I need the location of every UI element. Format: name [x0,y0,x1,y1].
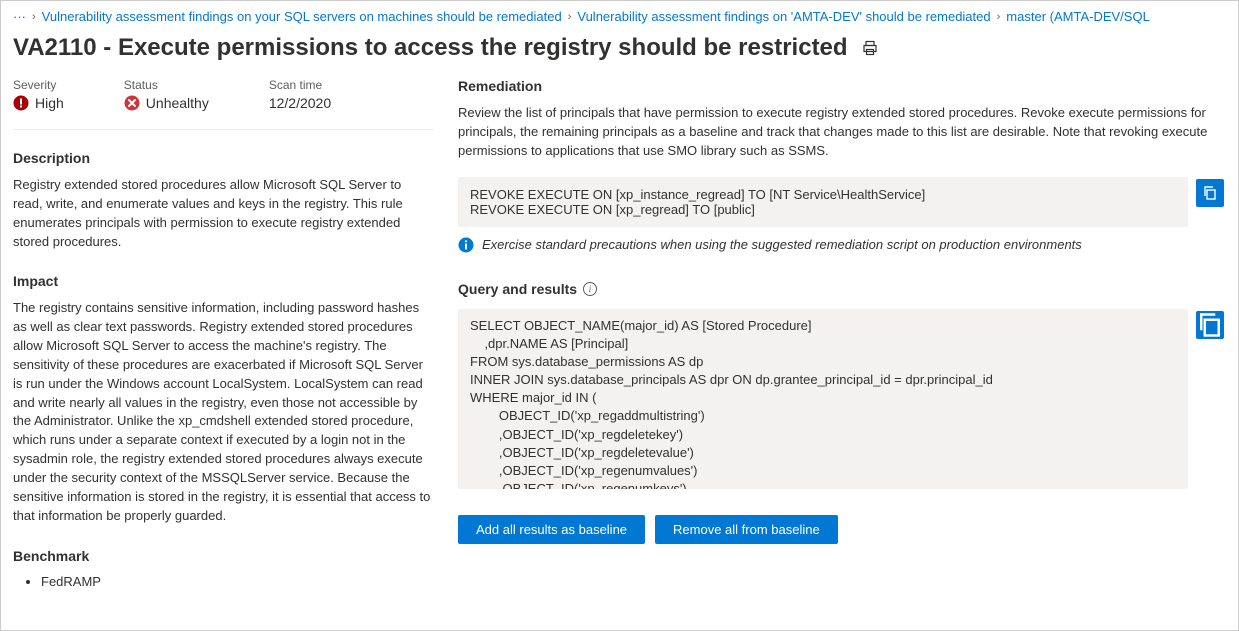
impact-text: The registry contains sensitive informat… [13,299,434,525]
chevron-right-icon: › [568,11,572,23]
status-item: Status Unhealthy [124,78,209,111]
remediation-info-note: Exercise standard precautions when using… [458,237,1226,253]
info-icon [458,237,474,253]
page-title-row: VA2110 - Execute permissions to access t… [1,28,1238,78]
remediation-section: Remediation Review the list of principal… [458,78,1226,253]
description-heading: Description [13,150,434,166]
chevron-right-icon: › [997,11,1001,23]
breadcrumb-link-2[interactable]: Vulnerability assessment findings on 'AM… [577,9,990,24]
status-value: Unhealthy [146,95,209,111]
query-line: OBJECT_ID('xp_regaddmultistring') [470,407,1176,425]
query-heading-row: Query and results i [458,281,1226,297]
unhealthy-icon [124,95,140,111]
remediation-text: Review the list of principals that have … [458,104,1226,161]
benchmark-item: FedRAMP [41,574,434,589]
remediation-heading: Remediation [458,78,1226,94]
breadcrumb-overflow[interactable]: ··· [13,9,26,24]
scan-time-item: Scan time 12/2/2020 [269,78,331,111]
query-line: ,OBJECT_ID('xp_regdeletekey') [470,426,1176,444]
remove-baseline-button[interactable]: Remove all from baseline [655,515,838,544]
severity-label: Severity [13,78,64,92]
copy-remediation-button[interactable] [1196,179,1224,207]
breadcrumb-link-3[interactable]: master (AMTA-DEV/SQL [1006,9,1150,24]
severity-value: High [35,95,64,111]
query-line: INNER JOIN sys.database_principals AS dp… [470,371,1176,389]
scan-time-label: Scan time [269,78,331,92]
print-icon[interactable] [862,40,878,56]
query-results-box[interactable]: SELECT OBJECT_NAME(major_id) AS [Stored … [458,309,1188,489]
page-title: VA2110 - Execute permissions to access t… [13,34,848,62]
scan-time-value: 12/2/2020 [269,95,331,111]
benchmark-section: Benchmark FedRAMP [13,548,434,589]
query-line: ,OBJECT_ID('xp_regenumkeys') [470,480,1176,488]
status-row: Severity High Status Unhealthy [13,78,434,130]
description-section: Description Registry extended stored pro… [13,150,434,251]
breadcrumb: ··· › Vulnerability assessment findings … [1,1,1238,28]
chevron-right-icon: › [32,11,36,23]
status-label: Status [124,78,209,92]
left-column: Severity High Status Unhealthy [13,78,458,611]
query-line: ,OBJECT_ID('xp_regdeletevalue') [470,444,1176,462]
info-note-text: Exercise standard precautions when using… [482,237,1082,252]
query-line: FROM sys.database_permissions AS dp [470,353,1176,371]
severity-high-icon [13,95,29,111]
severity-item: Severity High [13,78,64,111]
add-baseline-button[interactable]: Add all results as baseline [458,515,645,544]
description-text: Registry extended stored procedures allo… [13,176,434,251]
right-column: Remediation Review the list of principal… [458,78,1226,611]
impact-section: Impact The registry contains sensitive i… [13,273,434,525]
breadcrumb-link-1[interactable]: Vulnerability assessment findings on you… [42,9,562,24]
benchmark-heading: Benchmark [13,548,434,564]
query-info-icon[interactable]: i [583,282,597,296]
action-buttons: Add all results as baseline Remove all f… [458,515,1226,544]
query-heading: Query and results [458,281,577,297]
query-line: ,dpr.NAME AS [Principal] [470,335,1176,353]
query-line: ,OBJECT_ID('xp_regenumvalues') [470,462,1176,480]
query-line: SELECT OBJECT_NAME(major_id) AS [Stored … [470,317,1176,335]
remediation-line-1: REVOKE EXECUTE ON [xp_instance_regread] … [470,187,1176,202]
remediation-script-box: REVOKE EXECUTE ON [xp_instance_regread] … [458,177,1188,227]
impact-heading: Impact [13,273,434,289]
copy-query-button[interactable] [1196,311,1224,339]
remediation-line-2: REVOKE EXECUTE ON [xp_regread] TO [publi… [470,202,1176,217]
query-line: WHERE major_id IN ( [470,389,1176,407]
